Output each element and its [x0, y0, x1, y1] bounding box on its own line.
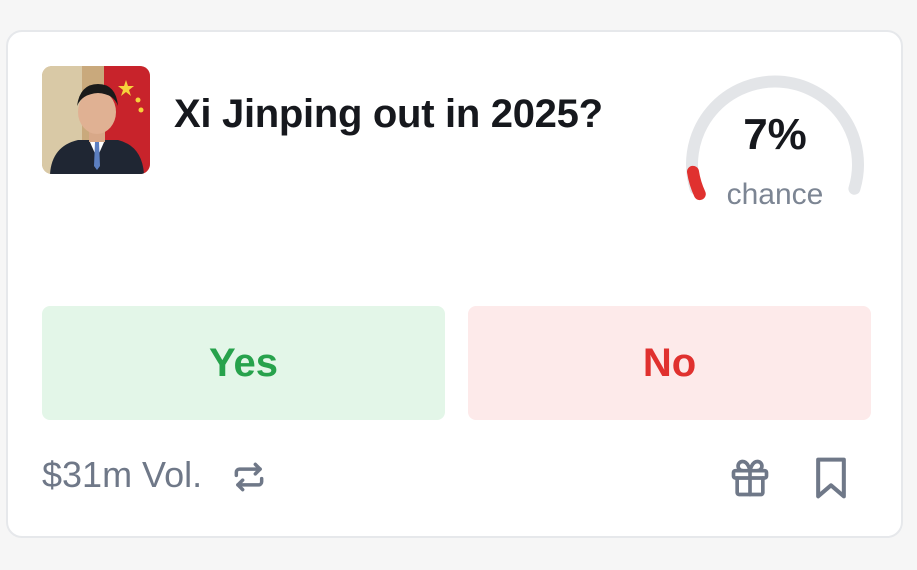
market-title[interactable]: Xi Jinping out in 2025?	[174, 92, 603, 137]
gift-icon[interactable]	[728, 456, 772, 500]
chance-percent: 7%	[743, 110, 807, 159]
chance-label: chance	[726, 178, 824, 211]
yes-button[interactable]: Yes	[42, 306, 445, 420]
chance-gauge: 7% chance	[678, 54, 872, 224]
market-thumbnail	[42, 66, 150, 174]
market-card[interactable]: Xi Jinping out in 2025? 7% chance Yes No…	[6, 30, 903, 538]
no-button[interactable]: No	[468, 306, 871, 420]
bookmark-icon[interactable]	[812, 456, 850, 500]
volume-text: $31m Vol.	[42, 454, 203, 495]
repeat-icon	[234, 462, 264, 492]
